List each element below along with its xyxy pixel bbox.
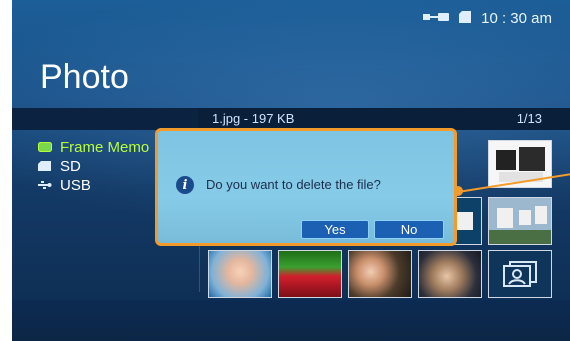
delete-confirmation-dialog: i Do you want to delete the file? Yes No	[155, 128, 457, 246]
yes-button[interactable]: Yes	[301, 220, 369, 239]
photo-thumbnail[interactable]	[278, 250, 342, 298]
photo-thumbnail[interactable]	[418, 250, 482, 298]
page-title: Photo	[40, 58, 129, 96]
sidebar-item-label: USB	[60, 177, 91, 194]
usb-icon	[38, 177, 52, 194]
bottom-band	[12, 300, 570, 341]
page-counter: 1/13	[516, 111, 542, 126]
no-button[interactable]: No	[374, 220, 444, 239]
photo-thumbnail[interactable]	[488, 197, 552, 245]
dialog-message: Do you want to delete the file?	[206, 177, 381, 192]
frame-memory-icon	[38, 139, 52, 156]
sd-card-icon	[459, 10, 472, 27]
usb-icon	[423, 10, 450, 27]
device-frame: 10 : 30 am Photo 1.jpg - 197 KB 1/13 Fra…	[0, 0, 570, 341]
file-info: 1.jpg - 197 KB	[212, 111, 295, 126]
sd-card-icon	[38, 158, 52, 175]
clock: 10 : 30 am	[481, 10, 552, 27]
photo-thumbnail[interactable]	[348, 250, 412, 298]
sidebar-item-label: SD	[60, 158, 81, 175]
photo-thumbnail[interactable]	[208, 250, 272, 298]
sidebar-item-label: Frame Memo	[60, 139, 150, 156]
photo-frame-thumbnail[interactable]	[488, 250, 552, 298]
file-info-bar-left	[12, 108, 198, 130]
info-icon: i	[176, 176, 194, 194]
photo-frame-icon	[503, 261, 537, 287]
status-bar: 10 : 30 am	[423, 10, 552, 27]
